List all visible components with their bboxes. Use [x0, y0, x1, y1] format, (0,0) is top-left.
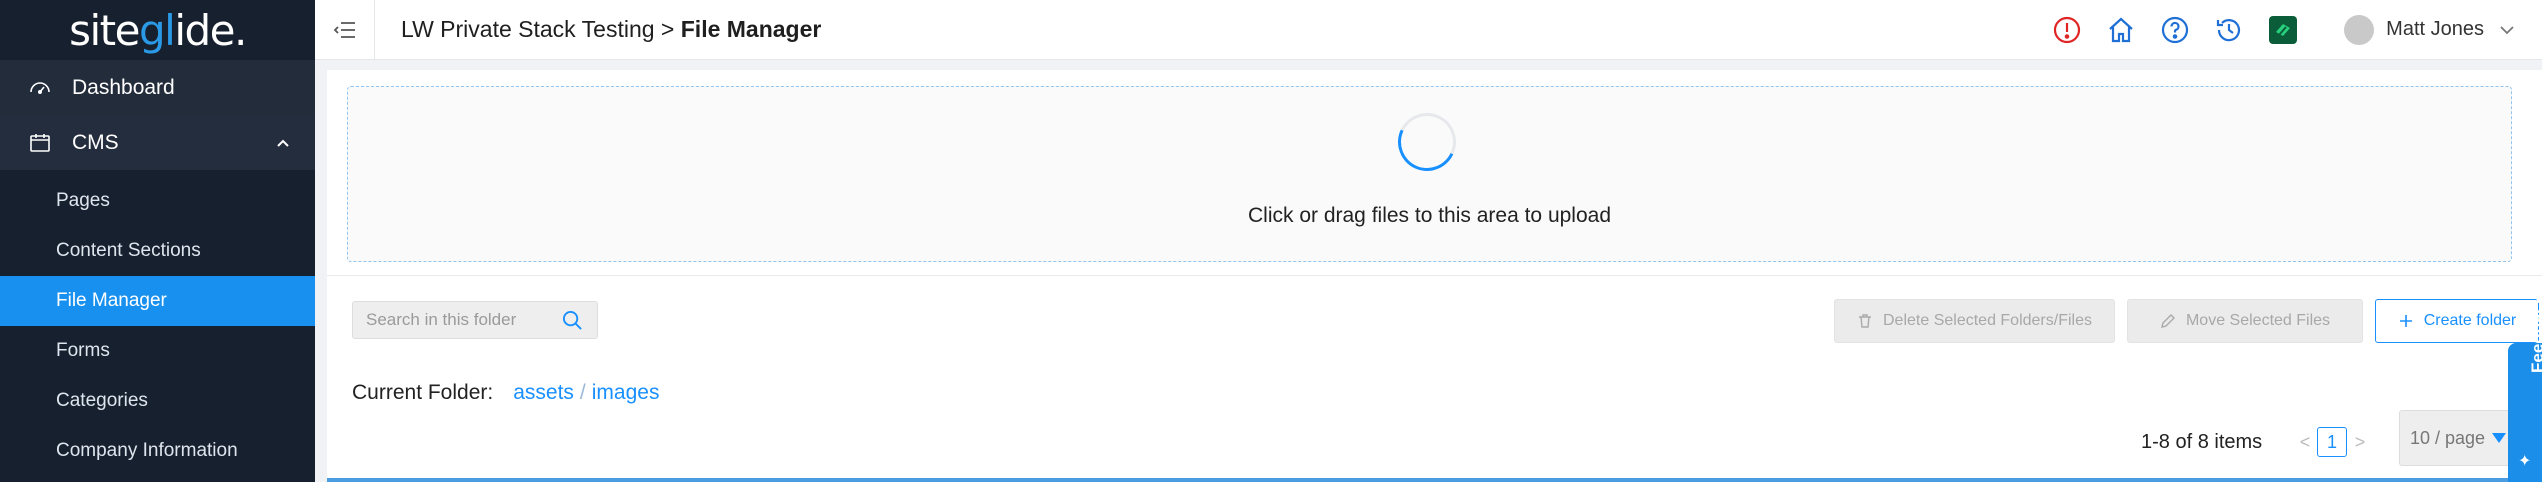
pagination-page-1[interactable]: 1	[2317, 427, 2347, 457]
delete-label: Delete Selected Folders/Files	[1883, 312, 2092, 329]
sparkle-icon: ✦	[2518, 453, 2532, 470]
app-logo-button[interactable]	[2268, 15, 2298, 45]
plus-icon	[2399, 315, 2412, 327]
siteglide-logo[interactable]: site gl ide.	[0, 0, 315, 60]
sidebar: site gl ide. Dashboard CMS Pages Content S…	[0, 0, 315, 482]
menu-collapse-icon	[333, 21, 355, 38]
page-size-value: 10 / page	[2410, 427, 2486, 448]
dashboard-icon	[30, 81, 50, 94]
feedback-label: Feedback	[2528, 294, 2542, 373]
current-folder-label: Current Folder:	[352, 381, 494, 404]
breadcrumb: LW Private Stack Testing > File Manager	[401, 16, 821, 43]
help-button[interactable]	[2160, 15, 2190, 45]
header-actions: Matt Jones	[2028, 0, 2542, 60]
user-menu[interactable]: Matt Jones	[2344, 14, 2516, 45]
trash-icon	[1859, 314, 1871, 328]
sidebar-item-cms[interactable]: CMS	[0, 115, 315, 170]
home-icon	[2109, 17, 2133, 42]
logo-text-rest: ide.	[174, 5, 247, 55]
sidebar-item-file-manager[interactable]: File Manager	[0, 276, 315, 326]
folder-path-assets[interactable]: assets	[513, 381, 574, 405]
file-manager-panel: Click or drag files to this area to uplo…	[327, 70, 2542, 482]
logo-text-accent: gl	[138, 5, 176, 55]
caret-down-icon	[2492, 433, 2507, 443]
avatar	[2344, 14, 2375, 45]
sidebar-item-label: Dashboard	[72, 75, 175, 99]
help-icon	[2162, 16, 2189, 43]
sidebar-item-label: CMS	[72, 130, 119, 154]
sidebar-item-categories[interactable]: Categories	[0, 376, 315, 426]
pagination-summary: 1-8 of 8 items	[2141, 430, 2263, 453]
search-icon[interactable]	[562, 310, 583, 331]
history-button[interactable]	[2214, 15, 2244, 45]
breadcrumb-separator: >	[654, 16, 681, 42]
create-folder-button[interactable]: Create folder	[2375, 299, 2539, 343]
move-selected-button[interactable]: Move Selected Files	[2127, 299, 2363, 343]
folder-search	[352, 301, 598, 339]
page-size-select[interactable]: 10 / page	[2399, 410, 2519, 466]
sidebar-item-content-sections[interactable]: Content Sections	[0, 226, 315, 276]
move-label: Move Selected Files	[2185, 312, 2331, 329]
logo-text-main: site	[69, 5, 140, 55]
feedback-tab[interactable]: Feedback ✦	[2508, 295, 2542, 482]
chevron-down-icon	[2500, 25, 2514, 34]
sidebar-item-dashboard[interactable]: Dashboard	[0, 60, 315, 115]
upload-dropzone[interactable]: Click or drag files to this area to uplo…	[347, 86, 2512, 262]
sidebar-item-forms[interactable]: Forms	[0, 326, 315, 376]
create-label: Create folder	[2423, 312, 2517, 329]
loading-spinner-icon	[1389, 104, 1465, 180]
user-name: Matt Jones	[2386, 18, 2484, 40]
app-logo-icon	[2269, 15, 2298, 44]
sidebar-item-company-information[interactable]: Company Information	[0, 426, 315, 476]
breadcrumb-site[interactable]: LW Private Stack Testing	[401, 16, 655, 42]
page-title: File Manager	[680, 16, 822, 42]
pagination-prev-button[interactable]: <	[2297, 422, 2313, 462]
pagination-next-button[interactable]: >	[2352, 422, 2368, 462]
divider	[327, 275, 2542, 276]
chevron-up-icon[interactable]	[275, 135, 291, 151]
cms-submenu: Pages Content Sections File Manager Form…	[0, 176, 315, 476]
pencil-icon	[2161, 314, 2175, 328]
folder-path-images[interactable]: images	[592, 381, 660, 405]
alert-icon	[2054, 16, 2081, 43]
table-top-border	[327, 478, 2542, 482]
history-icon	[2217, 18, 2241, 41]
app-root: site gl ide. Dashboard CMS Pages Content S…	[0, 0, 2542, 482]
upload-hint: Click or drag files to this area to uplo…	[1247, 204, 1612, 227]
top-header: LW Private Stack Testing > File Manager	[315, 0, 2542, 60]
folder-path-separator: /	[579, 381, 586, 404]
menu-toggle-button[interactable]	[315, 0, 375, 60]
current-folder: Current Folder: assets / images	[352, 381, 659, 405]
delete-selected-button[interactable]: Delete Selected Folders/Files	[1834, 299, 2115, 343]
home-button[interactable]	[2106, 15, 2136, 45]
alert-button[interactable]	[2052, 15, 2082, 45]
calendar-icon	[30, 133, 50, 152]
sidebar-item-pages[interactable]: Pages	[0, 176, 315, 226]
search-input[interactable]	[366, 310, 556, 330]
